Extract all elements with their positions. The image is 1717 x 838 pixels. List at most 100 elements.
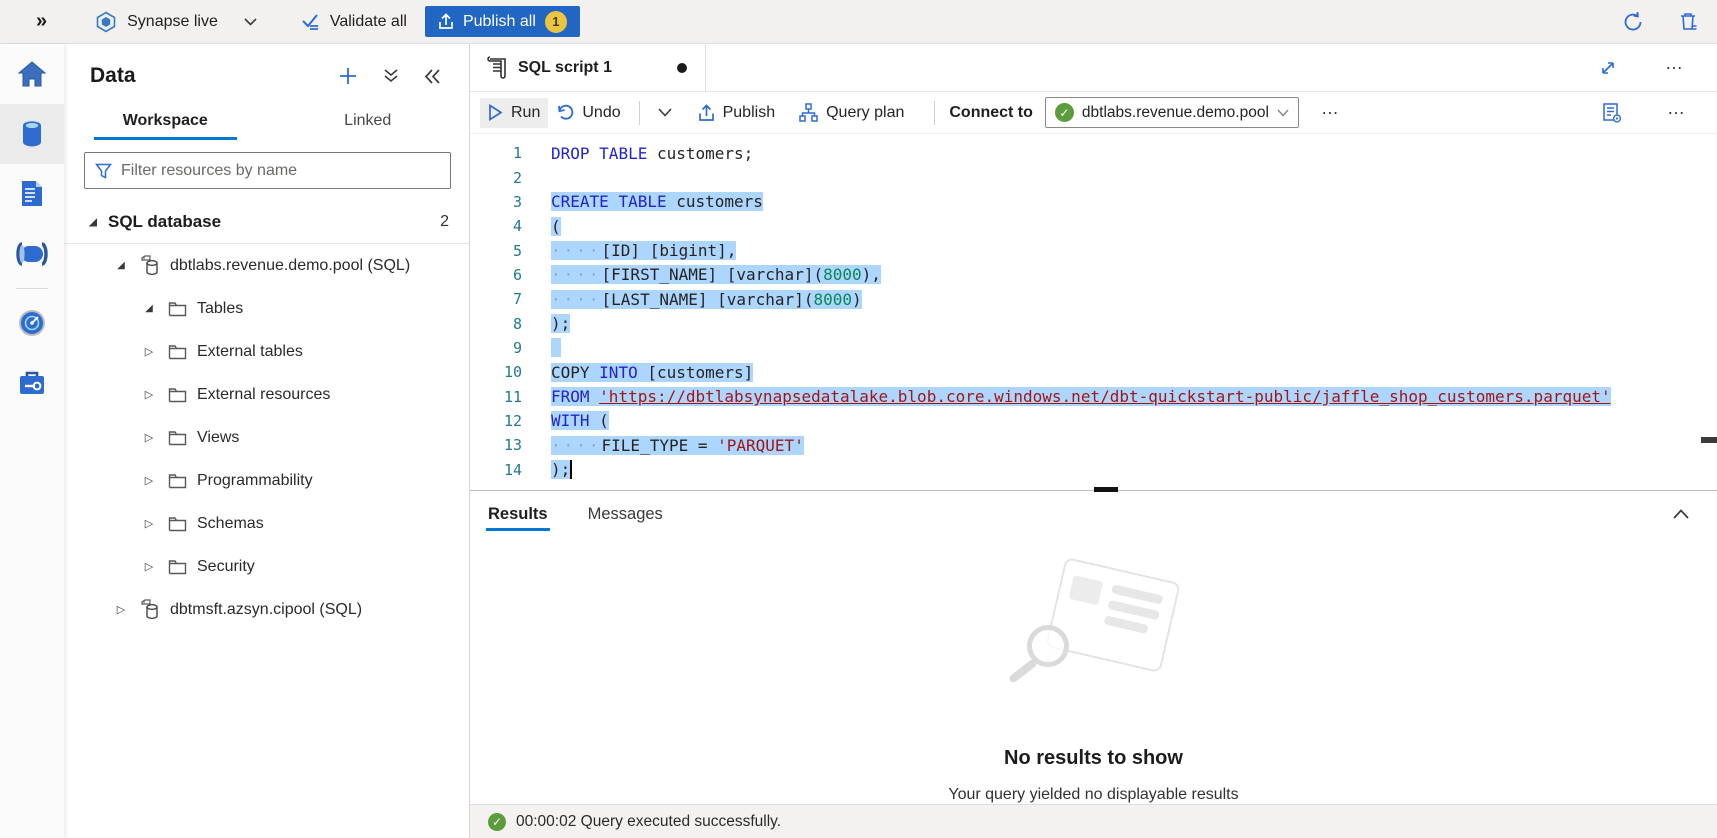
tree-item-label: Schemas — [197, 515, 264, 533]
line-number: 7 — [470, 290, 522, 308]
code-line[interactable]: 6····[FIRST_NAME] [varchar](8000), — [470, 263, 1717, 287]
hub-home-button[interactable] — [0, 44, 64, 104]
collapse-panel-icon[interactable] — [422, 67, 443, 86]
refresh-button[interactable] — [1620, 9, 1646, 35]
tree-item[interactable]: ▷Security — [64, 545, 469, 588]
publish-icon — [438, 13, 454, 30]
tree-item[interactable]: ◢ dbtlabs.revenue.demo.pool (SQL) — [64, 244, 469, 287]
twisty-collapsed-icon[interactable]: ▷ — [142, 388, 156, 401]
line-number: 4 — [470, 217, 522, 235]
run-label: Run — [511, 104, 540, 122]
discard-trash-button[interactable] — [1676, 9, 1701, 35]
tree-item[interactable]: ◢SQL database2 — [64, 201, 469, 244]
twisty-expanded-icon[interactable]: ◢ — [142, 303, 156, 314]
line-number: 3 — [470, 193, 522, 211]
toolbar-separator — [639, 101, 640, 125]
twisty-expanded-icon[interactable]: ◢ — [114, 260, 128, 271]
unsaved-dot-icon — [677, 63, 687, 73]
code-line[interactable]: 8); — [470, 311, 1717, 335]
code-line-content: FROM 'https://dbtlabsynapsedatalake.blob… — [551, 387, 1611, 406]
tab-workspace[interactable]: Workspace — [64, 104, 267, 140]
undo-button[interactable]: Undo — [548, 98, 628, 128]
twisty-collapsed-icon[interactable]: ▷ — [142, 517, 156, 530]
sql-code-editor[interactable]: 1DROP TABLE customers;23CREATE TABLE cus… — [470, 134, 1717, 490]
twisty-collapsed-icon[interactable]: ▷ — [142, 345, 156, 358]
tree-item[interactable]: ◢Tables — [64, 287, 469, 330]
data-panel-tabs: Workspace Linked — [64, 104, 469, 140]
tree-item[interactable]: ▷External tables — [64, 330, 469, 373]
tree-item-label: Views — [197, 429, 239, 447]
twisty-collapsed-icon[interactable]: ▷ — [142, 431, 156, 444]
synapse-live-dropdown[interactable]: Synapse live — [95, 11, 218, 33]
run-button[interactable]: Run — [480, 98, 548, 128]
hub-develop-button[interactable] — [0, 164, 64, 224]
twisty-collapsed-icon[interactable]: ▷ — [142, 560, 156, 573]
validate-all-button[interactable]: Validate all — [301, 13, 407, 31]
publish-button[interactable]: Publish — [690, 98, 783, 128]
tree-item[interactable]: ▷dbtmsft.azsyn.cipool (SQL) — [64, 588, 469, 631]
validate-icon — [301, 13, 321, 31]
code-line[interactable]: 10COPY INTO [customers] — [470, 360, 1717, 384]
line-number: 13 — [470, 436, 522, 454]
twisty-collapsed-icon[interactable]: ▷ — [142, 474, 156, 487]
tree-item[interactable]: ▷Programmability — [64, 459, 469, 502]
publish-all-button[interactable]: Publish all 1 — [425, 6, 580, 37]
folder-icon — [168, 430, 187, 446]
query-plan-button[interactable]: Query plan — [791, 97, 912, 128]
toolbar-separator — [934, 101, 935, 125]
results-pane: No results to show Your query yielded no… — [470, 537, 1717, 804]
tab-sql-script-1[interactable]: SQL script 1 — [470, 44, 706, 91]
code-line[interactable]: 13····FILE_TYPE = 'PARQUET' — [470, 433, 1717, 457]
tree-item[interactable]: ▷ Views — [64, 416, 469, 459]
data-icon — [18, 119, 46, 149]
hub-data-button[interactable] — [0, 104, 64, 164]
tree-item[interactable]: ▷ Schemas — [64, 502, 469, 545]
scrollbar-thumb[interactable] — [1701, 437, 1717, 443]
query-status-bar: ✓ 00:00:02 Query executed successfully. — [470, 804, 1717, 838]
twisty-expanded-icon[interactable]: ◢ — [86, 217, 100, 228]
code-line[interactable]: 1DROP TABLE customers; — [470, 141, 1717, 165]
connect-more-button[interactable]: … — [1313, 98, 1349, 127]
code-line[interactable]: 7····[LAST_NAME] [varchar](8000) — [470, 287, 1717, 311]
expand-menu-icon[interactable]: » — [36, 10, 47, 33]
chevron-down-icon[interactable] — [244, 18, 257, 26]
collapse-results-icon[interactable] — [1671, 507, 1691, 521]
pool-select-dropdown[interactable]: ✓ dbtlabs.revenue.demo.pool — [1045, 97, 1299, 128]
code-line[interactable]: 3CREATE TABLE customers — [470, 190, 1717, 214]
hub-monitor-button[interactable] — [0, 293, 64, 353]
tab-results[interactable]: Results — [486, 494, 550, 535]
undo-label: Undo — [582, 104, 620, 122]
code-line[interactable]: 12WITH ( — [470, 409, 1717, 433]
folder-icon — [168, 516, 187, 532]
undo-redo-dropdown-icon[interactable] — [650, 102, 680, 123]
code-line[interactable]: 4( — [470, 214, 1717, 238]
collapse-all-icon[interactable] — [381, 66, 401, 86]
no-results-illustration — [999, 563, 1189, 713]
code-line[interactable]: 2 — [470, 165, 1717, 189]
add-resource-button[interactable] — [336, 64, 360, 88]
tab-linked[interactable]: Linked — [267, 104, 470, 140]
chevron-down-icon — [1277, 109, 1289, 117]
code-line[interactable]: 9 — [470, 336, 1717, 360]
rail-divider — [16, 288, 48, 289]
expand-editor-icon[interactable] — [1597, 57, 1619, 79]
properties-icon[interactable] — [1599, 100, 1625, 126]
code-line[interactable]: 14); — [470, 457, 1717, 481]
twisty-collapsed-icon[interactable]: ▷ — [114, 603, 128, 616]
hub-manage-button[interactable] — [0, 353, 64, 413]
code-line[interactable]: 11FROM 'https://dbtlabsynapsedatalake.bl… — [470, 384, 1717, 408]
code-line-content: DROP TABLE customers; — [551, 144, 753, 163]
tab-more-actions-button[interactable]: … — [1657, 53, 1693, 82]
editor-more-button[interactable]: … — [1659, 98, 1695, 127]
tree-item-label: dbtlabs.revenue.demo.pool (SQL) — [170, 257, 410, 275]
tree-item[interactable]: ▷External resources — [64, 373, 469, 416]
hub-integrate-button[interactable] — [0, 224, 64, 284]
line-number: 5 — [470, 242, 522, 260]
filter-resources-input[interactable] — [121, 162, 440, 180]
code-line[interactable]: 5····[ID] [bigint], — [470, 238, 1717, 262]
tab-messages[interactable]: Messages — [586, 494, 665, 535]
tree-item-label: SQL database — [108, 212, 221, 232]
top-command-bar: » Synapse live Validate all Publish all … — [0, 0, 1717, 44]
pane-resize-grip[interactable] — [1094, 487, 1118, 492]
code-line-content: COPY INTO [customers] — [551, 363, 753, 382]
